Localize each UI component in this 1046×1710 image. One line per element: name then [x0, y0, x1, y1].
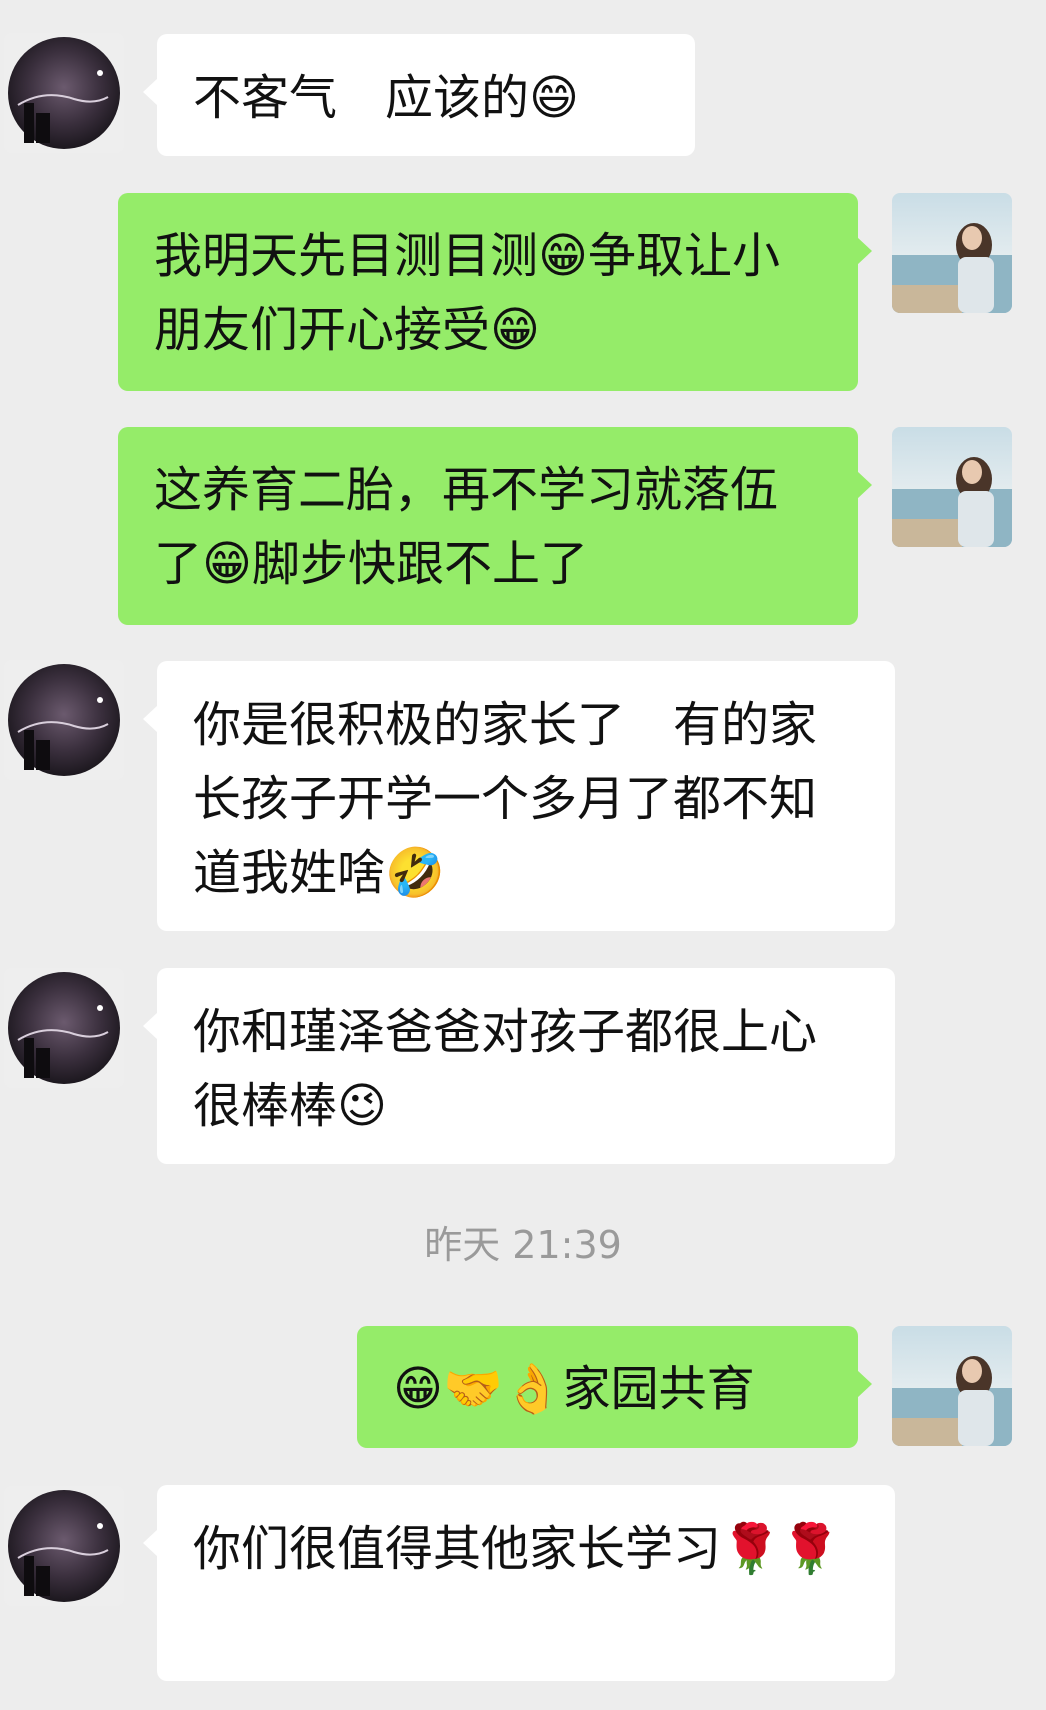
- my-avatar[interactable]: [892, 193, 1012, 313]
- my-avatar[interactable]: [892, 1326, 1012, 1446]
- chat-timestamp: 昨天 21:39: [424, 1223, 622, 1267]
- message-text: 我明天先目测目测😁争取让小朋友们开心接受😁: [154, 228, 781, 358]
- message-bubble-incoming[interactable]: 不客气 应该的😄: [143, 34, 695, 156]
- contact-avatar[interactable]: [4, 1486, 124, 1606]
- night-sky-avatar-icon: [4, 1486, 124, 1606]
- message-text: 不客气 应该的😄: [193, 70, 580, 126]
- message-bubble-incoming[interactable]: 你和瑾泽爸爸对孩子都很上心 很棒棒😉: [143, 968, 895, 1164]
- night-sky-avatar-icon: [4, 660, 124, 780]
- message-text: 你是很积极的家长了 有的家长孩子开学一个多月了都不知道我姓啥🤣: [193, 697, 818, 901]
- message-text: 😁🤝👌家园共育: [393, 1361, 755, 1417]
- message-bubble-outgoing[interactable]: 这养育二胎，再不学习就落伍了😁脚步快跟不上了: [118, 427, 872, 625]
- message-bubble-outgoing[interactable]: 😁🤝👌家园共育: [357, 1326, 872, 1448]
- contact-avatar[interactable]: [4, 660, 124, 780]
- message-text: 你们很值得其他家长学习🌹🌹: [193, 1521, 841, 1577]
- night-sky-avatar-icon: [4, 968, 124, 1088]
- my-avatar[interactable]: [892, 427, 1012, 547]
- beach-photo-avatar-icon: [892, 427, 1012, 547]
- message-bubble-incoming[interactable]: 你是很积极的家长了 有的家长孩子开学一个多月了都不知道我姓啥🤣: [143, 661, 895, 931]
- message-text: 你和瑾泽爸爸对孩子都很上心 很棒棒😉: [193, 1004, 914, 1134]
- message-text: 这养育二胎，再不学习就落伍了😁脚步快跟不上了: [154, 462, 779, 592]
- message-bubble-incoming[interactable]: 你们很值得其他家长学习🌹🌹: [143, 1485, 895, 1681]
- night-sky-avatar-icon: [4, 33, 124, 153]
- contact-avatar[interactable]: [4, 33, 124, 153]
- message-bubble-outgoing[interactable]: 我明天先目测目测😁争取让小朋友们开心接受😁: [118, 193, 872, 391]
- chat-window: 不客气 应该的😄 我明天先目测目测😁争取让小朋友们开心接受😁 这养育二胎，再不学…: [0, 0, 1046, 1710]
- contact-avatar[interactable]: [4, 968, 124, 1088]
- beach-photo-avatar-icon: [892, 193, 1012, 313]
- beach-photo-avatar-icon: [892, 1326, 1012, 1446]
